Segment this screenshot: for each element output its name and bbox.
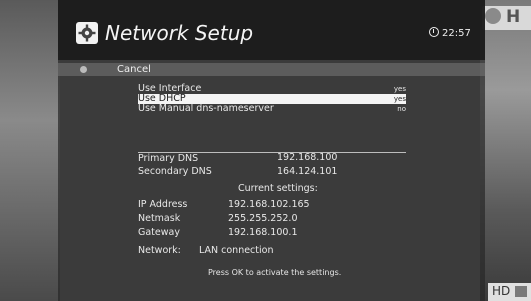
option-value: yes [393,85,406,93]
option-label: Use Manual dns-nameserver [138,103,274,114]
secondary-dns-value: 164.124.101 [277,166,338,177]
cancel-key-icon [80,66,87,73]
netmask-value: 255.255.252.0 [228,213,298,224]
clock-time: 22:57 [442,28,471,39]
background-scene-left [0,0,60,301]
gear-icon [76,22,98,44]
option-value: yes [393,95,406,103]
option-value: no [397,105,406,113]
clock-icon [429,27,439,37]
channel-logo: H [482,6,531,30]
clock: 22:57 [429,27,471,39]
ip-address-value: 192.168.102.165 [228,199,310,210]
ip-address-label: IP Address [138,199,188,210]
page-title: Network Setup [105,21,254,45]
cancel-button[interactable]: Cancel [58,63,485,76]
gateway-value: 192.168.100.1 [228,227,298,238]
network-setup-panel: Network Setup 22:57 Cancel Use Interface… [58,0,485,301]
current-settings-heading: Current settings: [238,183,318,194]
network-label: Network: [138,245,181,256]
hd-badge-label: HD [492,284,511,298]
option-use-manual-dns[interactable]: Use Manual dns-nameserver no [138,104,406,114]
netmask-label: Netmask [138,213,181,224]
network-value: LAN connection [199,245,274,256]
cancel-label: Cancel [117,64,151,75]
background-scene-right: H [480,0,531,301]
activate-hint: Press OK to activate the settings. [208,268,342,277]
primary-dns-label: Primary DNS [138,153,199,164]
hd-badge-box [515,286,527,297]
panel-header: Network Setup 22:57 [58,0,485,60]
primary-dns-value: 192.168.100 [277,152,338,163]
secondary-dns-label: Secondary DNS [138,166,212,177]
gateway-label: Gateway [138,227,180,238]
channel-logo-letter: H [506,7,521,27]
hd-badge: HD [488,283,531,301]
channel-logo-icon [485,8,501,24]
